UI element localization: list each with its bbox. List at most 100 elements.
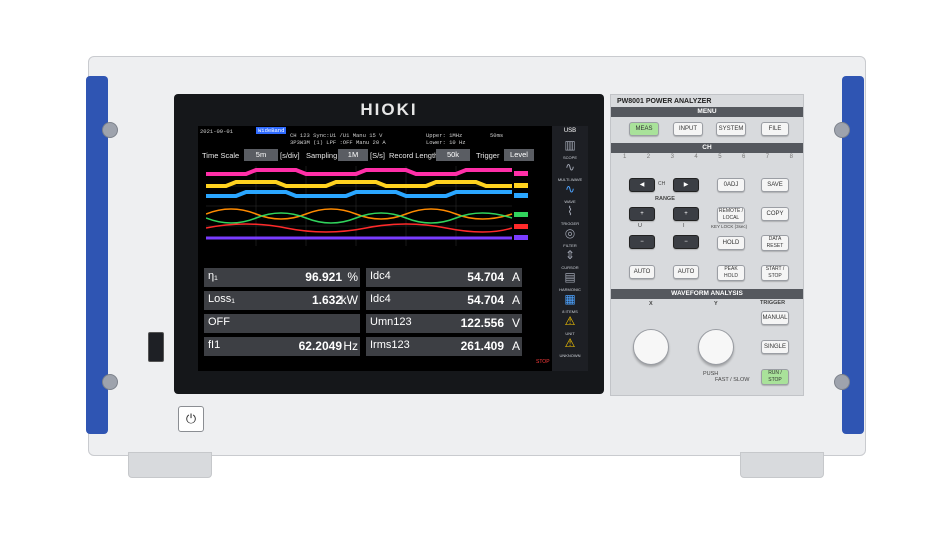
- measurement-value: 1.632: [311, 293, 342, 307]
- u-range-up-button[interactable]: +: [629, 207, 655, 221]
- measurement-unit: A: [511, 293, 520, 307]
- x-label: X: [649, 301, 653, 307]
- measurement-unit: kW: [340, 293, 358, 307]
- measurement-3[interactable]: Loss₁ 1.632 kW: [204, 291, 360, 310]
- meas-button[interactable]: MEAS: [629, 122, 659, 136]
- measurement-value: 54.704: [467, 293, 504, 307]
- side-label: UNKNOWN: [559, 353, 581, 358]
- rate: 50ms: [490, 132, 504, 139]
- manual-button[interactable]: MANUAL: [761, 311, 789, 325]
- measurement-4[interactable]: Idc4 54.704 A: [366, 291, 522, 310]
- trigger-value[interactable]: Level: [504, 149, 534, 161]
- measurement-5[interactable]: OFF: [204, 314, 360, 333]
- save-button[interactable]: SAVE: [761, 178, 789, 192]
- ch-numbers: 12345678: [623, 154, 793, 160]
- y-label: Y: [714, 301, 718, 307]
- y-knob[interactable]: [698, 329, 734, 365]
- input-button[interactable]: INPUT: [673, 122, 703, 136]
- i-range-down-button[interactable]: −: [673, 235, 699, 249]
- time-scale-label: Time Scale: [202, 151, 240, 160]
- screw-icon: [834, 374, 850, 390]
- ch-right-button[interactable]: ▶: [673, 178, 699, 192]
- usb-port[interactable]: [148, 332, 164, 362]
- sampling-label: Sampling: [306, 151, 338, 160]
- record-length-label: Record Length: [389, 151, 439, 160]
- measurement-2[interactable]: Idc4 54.704 A: [366, 268, 522, 287]
- data-reset-button[interactable]: DATA RESET: [761, 235, 789, 251]
- measurement-unit: A: [511, 339, 520, 353]
- measurement-1[interactable]: η₁ 96.921 %: [204, 268, 360, 287]
- measurement-value: 62.2049: [298, 339, 342, 353]
- i-range-up-button[interactable]: +: [673, 207, 699, 221]
- hold-button[interactable]: HOLD: [717, 236, 745, 250]
- model-title: PW8001 POWER ANALYZER: [617, 98, 712, 105]
- file-button[interactable]: FILE: [761, 122, 789, 136]
- fast-slow-label: FAST / SLOW: [715, 377, 750, 383]
- x-knob[interactable]: [633, 329, 669, 365]
- measurement-value: 96.921: [305, 270, 342, 284]
- measurement-unit: Hz: [343, 339, 358, 353]
- single-button[interactable]: SINGLE: [761, 340, 789, 354]
- measurement-value: 261.409: [460, 339, 504, 353]
- lower-freq: Lower: 10 Hz: [426, 139, 466, 146]
- ch-label: CH: [658, 181, 666, 187]
- zero-adjust-button[interactable]: 0ADJ: [717, 178, 745, 192]
- waveform-plot[interactable]: [206, 166, 550, 246]
- ch-header: CH: [611, 143, 803, 153]
- u-auto-button[interactable]: AUTO: [629, 265, 655, 279]
- status-line1: CH 123 Sync:U1 /U1 Manu 15 V: [290, 132, 383, 139]
- system-button[interactable]: SYSTEM: [716, 122, 746, 136]
- screw-icon: [102, 374, 118, 390]
- power-button[interactable]: ⏻: [178, 406, 204, 432]
- time-scale-unit: [s/div]: [280, 151, 300, 160]
- measurement-value: 54.704: [467, 270, 504, 284]
- keylock-label: KEY LOCK (3sec): [711, 224, 748, 229]
- time-scale-value[interactable]: 5m: [244, 149, 278, 161]
- control-panel: PW8001 POWER ANALYZER MENU MEAS INPUT SY…: [610, 94, 804, 396]
- measurement-unit: V: [511, 316, 520, 330]
- measurement-8[interactable]: Irms123 261.409 A: [366, 337, 522, 356]
- measurement-label: η₁: [208, 270, 218, 282]
- right-foot: [740, 452, 824, 478]
- measurement-unit: A: [511, 270, 520, 284]
- upper-freq: Upper: 1MHz: [426, 132, 463, 139]
- i-auto-button[interactable]: AUTO: [673, 265, 699, 279]
- sampling-value[interactable]: 1M: [338, 149, 368, 161]
- copy-button[interactable]: COPY: [761, 207, 789, 221]
- left-foot: [128, 452, 212, 478]
- measurement-label: Idc4: [370, 293, 391, 305]
- status-line2: 3P3W3M (1) LPF :OFF Manu 20 A: [290, 139, 386, 146]
- menu-header: MENU: [611, 107, 803, 117]
- measurement-label: fI1: [208, 339, 221, 351]
- measurement-value: 122.556: [460, 316, 504, 330]
- screen-sidebar: USB ▥ SCOPE ∿ MULTI-WAVE ∿ WAVE ⌇ TRIGGE…: [552, 126, 588, 371]
- waveform-analysis-header: WAVEFORM ANALYSIS: [611, 289, 803, 299]
- waveform-controls: Time Scale 5m [s/div] Sampling 1M [S/s] …: [202, 149, 546, 163]
- measurement-label: Irms123: [370, 339, 410, 351]
- measurement-unit: %: [347, 270, 358, 284]
- remote-local-button[interactable]: REMOTE / LOCAL: [717, 207, 745, 223]
- status-date: 2021-09-01: [200, 128, 234, 135]
- peak-hold-button[interactable]: PEAK HOLD: [717, 265, 745, 281]
- measurement-label: OFF: [208, 316, 230, 328]
- measurement-label: Idc4: [370, 270, 391, 282]
- ch-left-button[interactable]: ◀: [629, 178, 655, 192]
- i-label: I: [683, 223, 685, 229]
- run-stop-button[interactable]: RUN / STOP: [761, 369, 789, 385]
- measurement-label: Loss₁: [208, 293, 235, 305]
- trigger-section-label: TRIGGER: [760, 300, 786, 306]
- brand-logo: HIOKI: [360, 100, 418, 119]
- sampling-unit: [S/s]: [370, 151, 386, 160]
- record-length-value[interactable]: 50k: [436, 149, 470, 161]
- measurement-6[interactable]: Umn123 122.556 V: [366, 314, 522, 333]
- u-label: U: [638, 223, 642, 229]
- range-label: RANGE: [655, 196, 675, 202]
- mode-badge: WideBand: [256, 127, 287, 134]
- lcd-screen: 2021-09-01 WideBand CH 123 Sync:U1 /U1 M…: [198, 126, 588, 371]
- status-bar: 2021-09-01 WideBand CH 123 Sync:U1 /U1 M…: [198, 126, 552, 146]
- measurement-7[interactable]: fI1 62.2049 Hz: [204, 337, 360, 356]
- u-range-down-button[interactable]: −: [629, 235, 655, 249]
- start-stop-button[interactable]: START / STOP: [761, 265, 789, 281]
- screw-icon: [102, 122, 118, 138]
- stop-indicator: STOP: [536, 359, 550, 365]
